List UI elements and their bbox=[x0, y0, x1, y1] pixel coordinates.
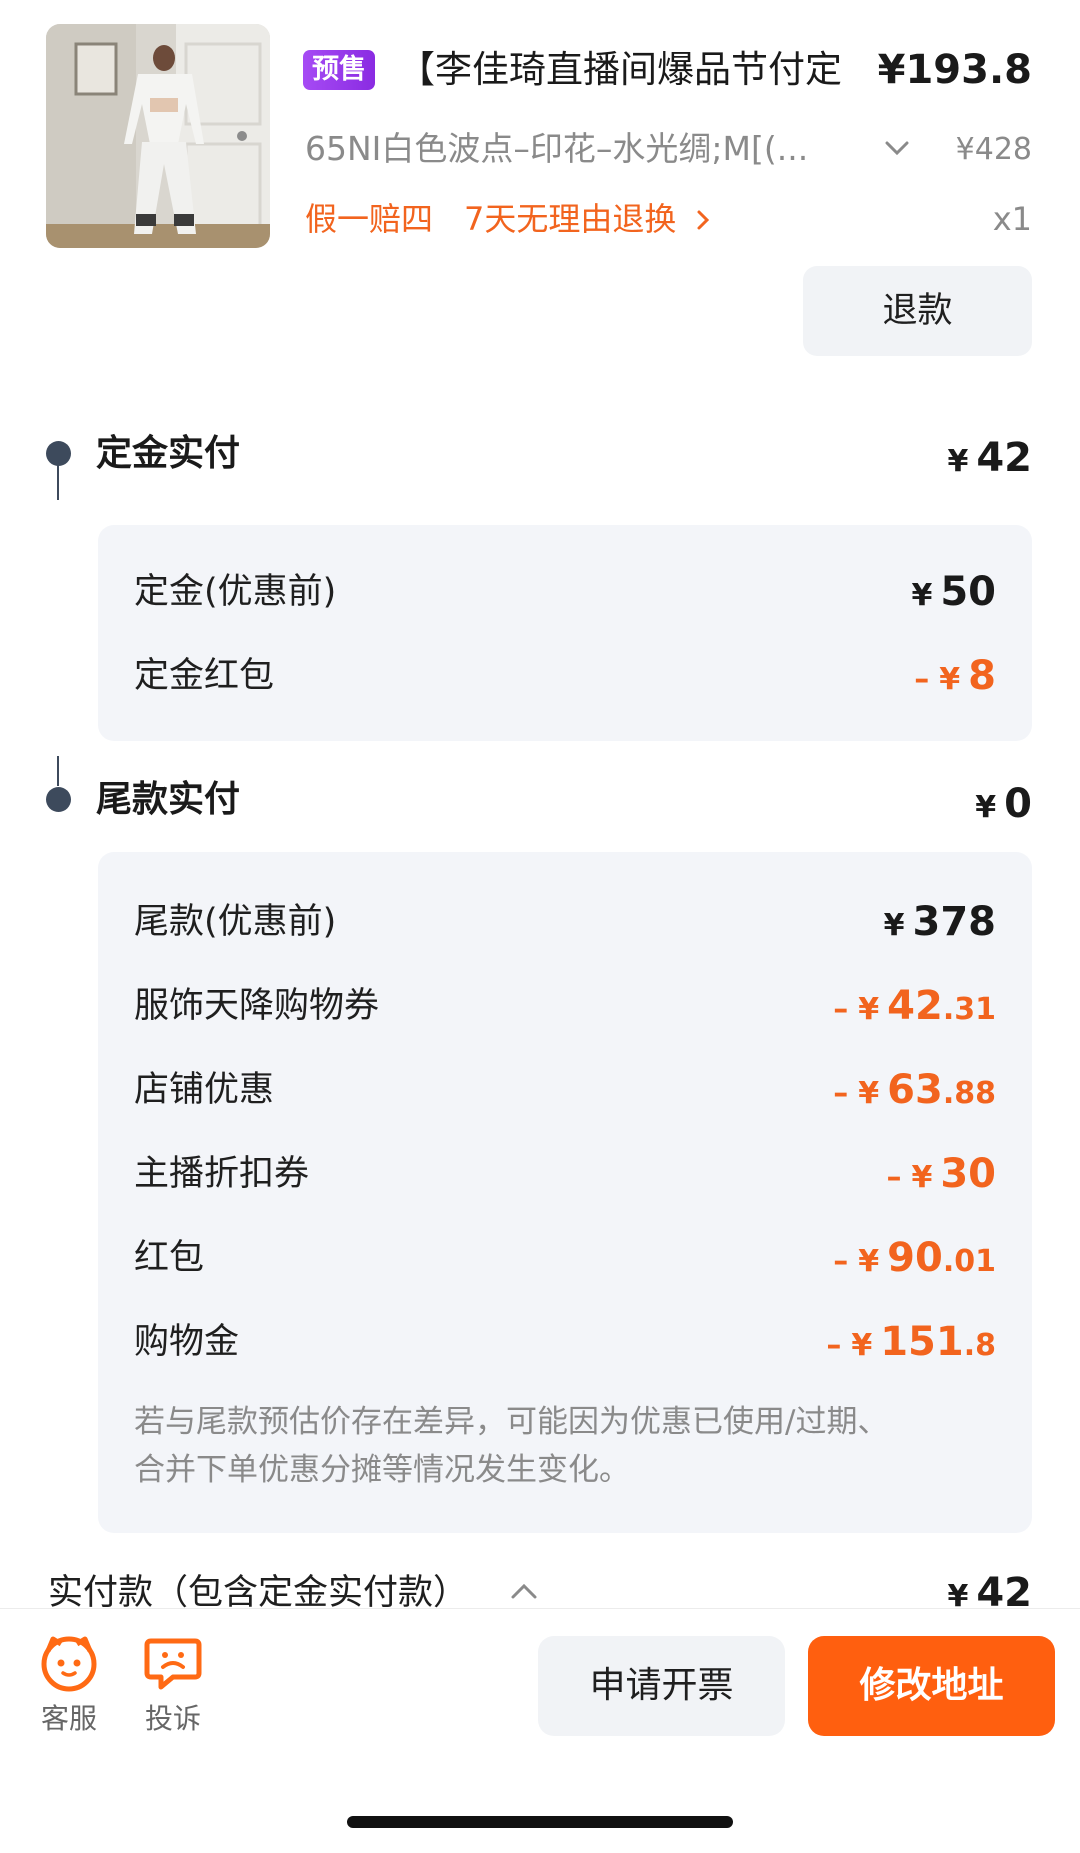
sku-selector[interactable]: 65NI白色波点–印花–水光绸;M[(... bbox=[305, 126, 880, 172]
value-int: 30 bbox=[940, 1151, 996, 1197]
value-cents: .88 bbox=[942, 1076, 996, 1111]
yen-symbol: ¥ bbox=[911, 1160, 933, 1195]
return-policy-link[interactable]: 7天无理由退换 bbox=[464, 196, 676, 242]
value-int: 42 bbox=[887, 983, 943, 1029]
row-value: ¥50 bbox=[911, 562, 996, 626]
minus-sign: – bbox=[826, 1328, 842, 1363]
note-line: 若与尾款预估价存在差异，可能因为优惠已使用/过期、 bbox=[134, 1404, 889, 1440]
home-indicator[interactable] bbox=[347, 1816, 733, 1828]
value-int: 90 bbox=[887, 1235, 943, 1281]
complaint-button[interactable]: 投诉 bbox=[128, 1633, 218, 1739]
balance-paid-title: 尾款实付 bbox=[96, 779, 241, 820]
modify-address-button[interactable]: 修改地址 bbox=[808, 1636, 1055, 1736]
breakdown-row: 定金(优惠前) ¥50 bbox=[134, 562, 996, 622]
product-price: ¥193.8 bbox=[877, 47, 1032, 93]
breakdown-row: 红包 – ¥90.01 bbox=[134, 1228, 996, 1288]
row-value: – ¥151.8 bbox=[826, 1312, 996, 1376]
value-int: 50 bbox=[940, 569, 996, 615]
timeline-line bbox=[57, 756, 59, 786]
yen-symbol: ¥ bbox=[939, 662, 961, 697]
row-value: – ¥8 bbox=[914, 646, 996, 710]
minus-sign: – bbox=[914, 662, 930, 697]
minus-sign: – bbox=[833, 1076, 849, 1111]
minus-sign: – bbox=[833, 1244, 849, 1279]
product-photo bbox=[46, 24, 270, 248]
yen-symbol: ¥ bbox=[858, 992, 880, 1027]
complaint-chat-icon bbox=[144, 1638, 202, 1690]
breakdown-row: 尾款(优惠前) ¥378 bbox=[134, 892, 996, 952]
value-cents: .01 bbox=[942, 1244, 996, 1279]
apply-invoice-button[interactable]: 申请开票 bbox=[538, 1636, 785, 1736]
deposit-breakdown-card: 定金(优惠前) ¥50 定金红包 – ¥8 bbox=[98, 525, 1032, 741]
timeline-line bbox=[57, 460, 59, 500]
chevron-right-icon[interactable] bbox=[696, 209, 710, 231]
breakdown-row: 主播折扣券 – ¥30 bbox=[134, 1144, 996, 1204]
row-label: 红包 bbox=[134, 1238, 205, 1278]
customer-service-face-icon bbox=[41, 1636, 97, 1692]
yen-symbol: ¥ bbox=[858, 1244, 880, 1279]
timeline-dot-balance bbox=[46, 787, 71, 812]
complaint-label: 投诉 bbox=[144, 1702, 201, 1735]
note-line: 合并下单优惠分摊等情况发生变化。 bbox=[134, 1452, 630, 1488]
product-image[interactable] bbox=[46, 24, 270, 248]
refund-button[interactable]: 退款 bbox=[803, 266, 1032, 356]
yen-symbol: ¥ bbox=[883, 908, 905, 943]
amount-value: 0 bbox=[1004, 781, 1032, 827]
row-value: – ¥42.31 bbox=[833, 976, 996, 1040]
row-label: 定金(优惠前) bbox=[134, 572, 337, 612]
presale-badge: 预售 bbox=[303, 50, 375, 90]
breakdown-row: 服饰天降购物券 – ¥42.31 bbox=[134, 976, 996, 1036]
row-value: – ¥63.88 bbox=[833, 1060, 996, 1124]
row-label: 店铺优惠 bbox=[134, 1070, 275, 1110]
order-detail-page: 预售 【李佳琦直播间爆品节付定 ¥193.8 65NI白色波点–印花–水光绸;M… bbox=[0, 0, 1080, 1853]
service-label: 客服 bbox=[40, 1702, 97, 1735]
value-int: 8 bbox=[968, 653, 996, 699]
row-label: 定金红包 bbox=[134, 656, 275, 696]
deposit-paid-amount: ¥42 bbox=[947, 433, 1032, 487]
value-cents: .31 bbox=[942, 992, 996, 1027]
balance-estimate-note: 若与尾款预估价存在差异，可能因为优惠已使用/过期、 合并下单优惠分摊等情况发生变… bbox=[134, 1398, 996, 1494]
minus-sign: – bbox=[833, 992, 849, 1027]
yen-symbol: ¥ bbox=[911, 578, 933, 613]
customer-service-button[interactable]: 客服 bbox=[24, 1633, 114, 1739]
value-int: 378 bbox=[912, 899, 997, 945]
value-int: 151 bbox=[880, 1319, 964, 1365]
item-quantity: x1 bbox=[992, 200, 1032, 238]
balance-paid-amount: ¥0 bbox=[975, 779, 1032, 833]
original-price: ¥428 bbox=[955, 132, 1032, 167]
minus-sign: – bbox=[886, 1160, 902, 1195]
amount-value: 42 bbox=[976, 435, 1032, 481]
yen-symbol: ¥ bbox=[975, 790, 997, 825]
row-label: 购物金 bbox=[134, 1322, 240, 1362]
yen-symbol: ¥ bbox=[947, 444, 969, 479]
yen-symbol: ¥ bbox=[858, 1076, 880, 1111]
row-value: – ¥90.01 bbox=[833, 1228, 996, 1292]
chevron-up-icon[interactable] bbox=[510, 1582, 538, 1600]
yen-symbol: ¥ bbox=[851, 1328, 873, 1363]
value-int: 63 bbox=[887, 1067, 943, 1113]
row-label: 服饰天降购物券 bbox=[134, 986, 380, 1026]
row-label: 尾款(优惠前) bbox=[134, 902, 337, 942]
chevron-down-icon[interactable] bbox=[884, 138, 910, 158]
breakdown-row: 定金红包 – ¥8 bbox=[134, 646, 996, 706]
deposit-paid-title: 定金实付 bbox=[96, 433, 241, 474]
product-title[interactable]: 【李佳琦直播间爆品节付定 bbox=[398, 44, 878, 96]
row-label: 主播折扣券 bbox=[134, 1154, 310, 1194]
breakdown-row: 店铺优惠 – ¥63.88 bbox=[134, 1060, 996, 1120]
value-cents: .8 bbox=[963, 1328, 996, 1363]
breakdown-row: 购物金 – ¥151.8 bbox=[134, 1312, 996, 1372]
row-value: ¥378 bbox=[884, 892, 996, 956]
guarantee-label[interactable]: 假一赔四 bbox=[305, 196, 433, 242]
row-value: – ¥30 bbox=[886, 1144, 996, 1208]
balance-breakdown-card: 尾款(优惠前) ¥378 服饰天降购物券 – ¥42.31 店铺优惠 – ¥63.8… bbox=[98, 852, 1032, 1533]
